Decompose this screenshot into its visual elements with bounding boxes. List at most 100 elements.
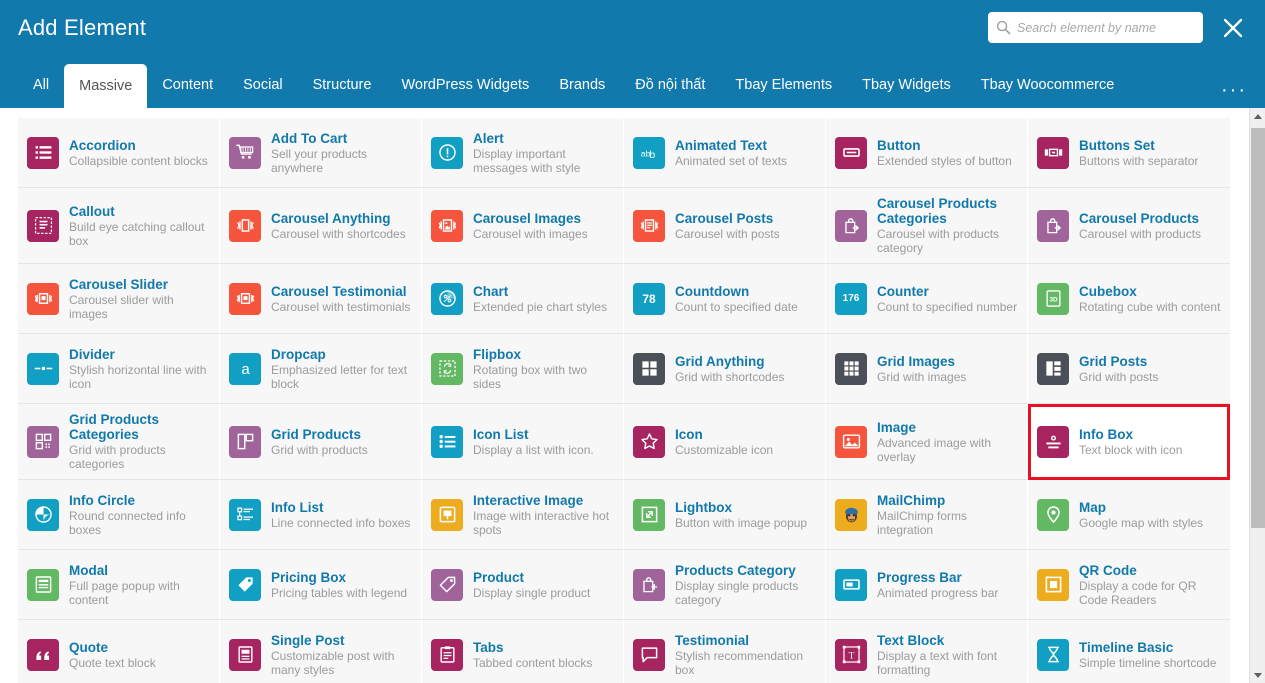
tab-structure[interactable]: Structure	[298, 62, 387, 108]
element-name: Button	[877, 137, 921, 153]
element-name: QR Code	[1079, 562, 1137, 578]
tab-brands[interactable]: Brands	[544, 62, 620, 108]
element-card-interactive-image[interactable]: Interactive Image Image with interactive …	[422, 480, 624, 550]
element-card-add-to-cart[interactable]: Add To Cart Sell your products anywhere	[220, 118, 422, 188]
element-card-counter[interactable]: 176 Counter Count to specified number	[826, 264, 1028, 334]
element-card-carousel-anything[interactable]: Carousel Anything Carousel with shortcode…	[220, 188, 422, 264]
element-name: Quote	[69, 639, 108, 655]
element-card-grid-images[interactable]: Grid Images Grid with images	[826, 334, 1028, 404]
element-card-timeline-basic[interactable]: Timeline Basic Simple timeline shortcode	[1028, 620, 1230, 683]
search-box[interactable]	[988, 12, 1203, 43]
element-description: Display a list with icon.	[473, 442, 594, 457]
element-card-carousel-products-categories[interactable]: Carousel Products Categories Carousel wit…	[826, 188, 1028, 264]
scroll-up-button[interactable]	[1250, 108, 1265, 124]
info-circle-icon	[27, 498, 59, 531]
element-card-text: Image Advanced image with overlay	[877, 420, 1018, 464]
tab-tbay-elements[interactable]: Tbay Elements	[720, 62, 847, 108]
element-card-map[interactable]: Map Google map with styles	[1028, 480, 1230, 550]
element-card-text: Tabs Tabbed content blocks	[473, 640, 614, 670]
element-card-button[interactable]: Button Extended styles of button	[826, 118, 1028, 188]
tab-content[interactable]: Content	[147, 62, 228, 108]
element-card-accordion[interactable]: Accordion Collapsible content blocks	[18, 118, 220, 188]
scrollbar-thumb[interactable]	[1251, 128, 1265, 528]
element-card-text-block[interactable]: T Text Block Display a text with font form…	[826, 620, 1028, 683]
tab-tbay-woocommerce[interactable]: Tbay Woocommerce	[966, 62, 1130, 108]
element-description: Extended pie chart styles	[473, 299, 608, 314]
element-card-divider[interactable]: Divider Stylish horizontal line with icon	[18, 334, 220, 404]
close-button[interactable]	[1219, 14, 1247, 42]
tab-social[interactable]: Social	[228, 62, 298, 108]
element-name: Info Circle	[69, 492, 136, 508]
element-card-grid-products[interactable]: Grid Products Grid with products	[220, 404, 422, 480]
element-card-carousel-posts[interactable]: Carousel Posts Carousel with posts	[624, 188, 826, 264]
tab-tbay-widgets[interactable]: Tbay Widgets	[847, 62, 966, 108]
tab-n-i-th-t[interactable]: Đồ nội thất	[620, 62, 720, 108]
element-card-info-box[interactable]: Info Box Text block with icon	[1028, 404, 1230, 480]
element-card-text: Map Google map with styles	[1079, 500, 1221, 530]
element-description: Animated progress bar	[877, 585, 999, 600]
element-card-progress-bar[interactable]: Progress Bar Animated progress bar	[826, 550, 1028, 620]
element-name: Info Box	[1079, 427, 1133, 442]
tab-wordpress-widgets[interactable]: WordPress Widgets	[386, 62, 544, 108]
element-card-animated-text[interactable]: ab b Animated Text Animated set of texts	[624, 118, 826, 188]
element-card-single-post[interactable]: Single Post Customizable post with many s…	[220, 620, 422, 683]
element-card-dropcap[interactable]: a Dropcap Emphasized letter for text block	[220, 334, 422, 404]
element-card-text: Carousel Anything Carousel with shortcode…	[271, 211, 412, 241]
element-card-carousel-testimonial[interactable]: Carousel Testimonial Carousel with testim…	[220, 264, 422, 334]
tab-massive[interactable]: Massive	[64, 64, 148, 108]
element-card-callout[interactable]: Callout Build eye catching callout box	[18, 188, 220, 264]
element-card-icon-list[interactable]: Icon List Display a list with icon.	[422, 404, 624, 480]
element-card-qr-code[interactable]: QR Code Display a code for QR Code Reader…	[1028, 550, 1230, 620]
element-card-carousel-products[interactable]: Carousel Products Carousel with products	[1028, 188, 1230, 264]
element-card-grid-posts[interactable]: Grid Posts Grid with posts	[1028, 334, 1230, 404]
search-input[interactable]	[1017, 12, 1195, 43]
element-description: Customizable icon	[675, 442, 774, 457]
shopping-cart-icon	[229, 136, 261, 169]
element-description: Carousel with images	[473, 226, 588, 241]
element-card-modal[interactable]: Modal Full page popup with content	[18, 550, 220, 620]
element-description: Text block with icon	[1079, 443, 1183, 457]
element-card-grid-products-categories[interactable]: Grid Products Categories Grid with produc…	[18, 404, 220, 480]
element-description: Rotating box with two sides	[473, 362, 588, 391]
element-card-text: Grid Anything Grid with shortcodes	[675, 354, 816, 384]
element-card-carousel-slider[interactable]: Carousel Slider Carousel slider with imag…	[18, 264, 220, 334]
element-card-carousel-images[interactable]: Carousel Images Carousel with images	[422, 188, 624, 264]
element-card-buttons-set[interactable]: Buttons Set Buttons with separator	[1028, 118, 1230, 188]
element-card-countdown[interactable]: 78 Countdown Count to specified date	[624, 264, 826, 334]
element-name: Icon	[675, 426, 703, 442]
element-card-icon[interactable]: Icon Customizable icon	[624, 404, 826, 480]
vertical-scrollbar[interactable]	[1249, 108, 1265, 683]
element-card-tabs[interactable]: Tabs Tabbed content blocks	[422, 620, 624, 683]
element-card-testimonial[interactable]: Testimonial Stylish recommendation box	[624, 620, 826, 683]
element-name: Carousel Anything	[271, 210, 391, 226]
element-card-product[interactable]: Product Display single product	[422, 550, 624, 620]
picture-icon	[835, 425, 867, 458]
element-card-lightbox[interactable]: Lightbox Button with image popup	[624, 480, 826, 550]
element-card-grid-anything[interactable]: Grid Anything Grid with shortcodes	[624, 334, 826, 404]
tab-all[interactable]: All	[18, 62, 64, 108]
tabs-overflow-button[interactable]: ···	[1221, 80, 1247, 100]
element-card-text: Lightbox Button with image popup	[675, 500, 816, 530]
element-card-cubebox[interactable]: 3D Cubebox Rotating cube with content	[1028, 264, 1230, 334]
element-description: Carousel with shortcodes	[271, 226, 406, 241]
element-card-alert[interactable]: Alert Display important messages with sty…	[422, 118, 624, 188]
element-card-quote[interactable]: Quote Quote text block	[18, 620, 220, 683]
scroll-down-button[interactable]	[1250, 667, 1265, 683]
element-card-info-circle[interactable]: Info Circle Round connected info boxes	[18, 480, 220, 550]
element-description: Display single product	[473, 585, 591, 600]
element-name: Grid Anything	[675, 353, 765, 369]
carousel-post-icon	[633, 209, 665, 242]
carousel-icon	[229, 209, 261, 242]
element-card-products-category[interactable]: Products Category Display single products…	[624, 550, 826, 620]
element-description: Grid with products	[271, 442, 368, 457]
element-card-text: Carousel Posts Carousel with posts	[675, 211, 816, 241]
element-card-image[interactable]: Image Advanced image with overlay	[826, 404, 1028, 480]
element-card-text: Animated Text Animated set of texts	[675, 138, 816, 168]
element-name: Cubebox	[1079, 283, 1137, 299]
element-card-info-list[interactable]: Info List Line connected info boxes	[220, 480, 422, 550]
element-card-chart[interactable]: Chart Extended pie chart styles	[422, 264, 624, 334]
svg-text:a: a	[241, 361, 250, 378]
element-card-flipbox[interactable]: Flipbox Rotating box with two sides	[422, 334, 624, 404]
element-card-mailchimp[interactable]: MailChimp MailChimp forms integration	[826, 480, 1028, 550]
element-card-pricing-box[interactable]: Pricing Box Pricing tables with legend	[220, 550, 422, 620]
